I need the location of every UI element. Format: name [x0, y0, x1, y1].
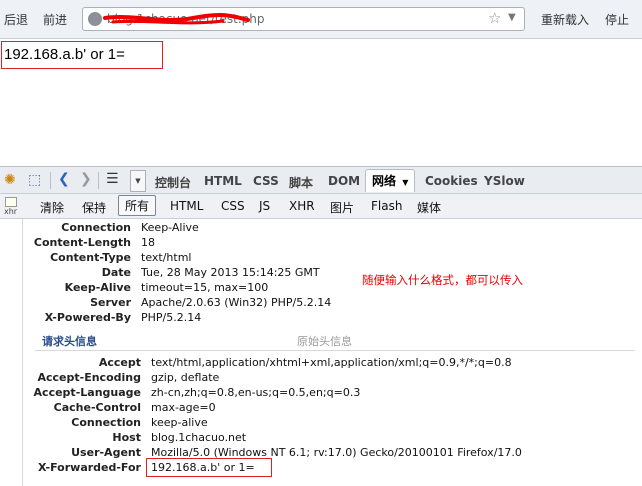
back-button[interactable]: 后退 — [4, 11, 28, 28]
filter-all-button[interactable]: 所有 — [118, 195, 157, 216]
xff-highlight-box — [146, 458, 272, 477]
header-value: text/html,application/xhtml+xml,applicat… — [151, 356, 512, 369]
net-toolbar: xhr 清除 保持 所有 HTML CSS JS XHR 图片 Flash 媒体 — [0, 194, 642, 219]
inspect-icon[interactable]: ⬚ — [28, 172, 41, 188]
toolbar-separator — [50, 172, 51, 189]
chevron-down-icon: ▼ — [402, 178, 409, 187]
xhr-icon-label: xhr — [4, 207, 18, 216]
tab-console[interactable]: 控制台 — [155, 174, 191, 191]
bookmark-star-icon[interactable]: ☆ — [488, 9, 501, 27]
header-name: Accept — [98, 356, 141, 369]
forward-arrow-icon[interactable]: ❯ — [80, 171, 92, 187]
header-value: Keep-Alive — [141, 221, 199, 234]
address-bar[interactable]: blog.1chacuo.net/test.php ☆ ▼ — [82, 7, 525, 31]
header-name: Content-Type — [50, 251, 131, 264]
header-name: Connection — [71, 416, 141, 429]
tab-script[interactable]: 脚本 — [289, 174, 313, 191]
request-headers-title: 请求头信息 — [42, 335, 97, 348]
filter-js-button[interactable]: JS — [259, 199, 270, 213]
forward-button[interactable]: 前进 — [43, 11, 67, 28]
xhr-icon[interactable]: xhr — [4, 197, 17, 216]
header-name: Server — [90, 296, 131, 309]
filter-xhr-button[interactable]: XHR — [289, 199, 315, 213]
section-divider — [35, 350, 635, 351]
annotation-text: 随便输入什么格式，都可以传入 — [362, 273, 523, 287]
tab-dom[interactable]: DOM — [328, 174, 360, 188]
header-name: Host — [112, 431, 141, 444]
back-arrow-icon[interactable]: ❮ — [58, 171, 70, 187]
header-value: text/html — [141, 251, 192, 264]
header-name: Accept-Language — [33, 386, 141, 399]
header-name: Cache-Control — [53, 401, 141, 414]
xhr-icon-box — [4, 197, 17, 207]
filter-html-button[interactable]: HTML — [170, 199, 203, 213]
header-name: Connection — [61, 221, 131, 234]
menu-icon[interactable]: ☰ — [106, 171, 119, 187]
header-value: keep-alive — [151, 416, 208, 429]
page-content-text: 192.168.a.b' or 1= — [4, 46, 125, 63]
header-name: Content-Length — [33, 236, 131, 249]
header-value: Tue, 28 May 2013 15:14:25 GMT — [141, 266, 320, 279]
tab-cookies[interactable]: Cookies — [425, 174, 478, 188]
filter-flash-button[interactable]: Flash — [371, 199, 402, 213]
header-value: max-age=0 — [151, 401, 216, 414]
filter-css-button[interactable]: CSS — [221, 199, 245, 213]
dropdown-arrow-icon[interactable]: ▼ — [130, 170, 146, 192]
header-name: Keep-Alive — [64, 281, 131, 294]
tab-css[interactable]: CSS — [253, 174, 279, 188]
header-value: timeout=15, max=100 — [141, 281, 269, 294]
persist-button[interactable]: 保持 — [82, 199, 106, 216]
filter-media-button[interactable]: 媒体 — [417, 199, 441, 216]
header-value: zh-cn,zh;q=0.8,en-us;q=0.5,en;q=0.3 — [151, 386, 361, 399]
browser-toolbar: 后退 前进 blog.1chacuo.net/test.php ☆ ▼ 重新载入… — [0, 0, 642, 39]
redaction-scribble — [103, 12, 250, 25]
header-name: Date — [101, 266, 131, 279]
filter-images-button[interactable]: 图片 — [330, 199, 354, 216]
header-name: User-Agent — [71, 446, 141, 459]
firebug-bug-icon[interactable]: ✺ — [4, 172, 16, 188]
tab-yslow[interactable]: YSlow — [484, 174, 525, 188]
toolbar-separator — [98, 172, 99, 189]
header-name: Accept-Encoding — [37, 371, 142, 384]
header-value: blog.1chacuo.net — [151, 431, 247, 444]
header-name: X-Forwarded-For — [37, 461, 141, 474]
tab-html[interactable]: HTML — [204, 174, 242, 188]
chevron-down-icon[interactable]: ▼ — [508, 12, 516, 23]
header-value: Apache/2.0.63 (Win32) PHP/5.2.14 — [141, 296, 332, 309]
raw-headers-link[interactable]: 原始头信息 — [297, 333, 352, 349]
tab-net-label: 网络 — [372, 174, 397, 188]
stop-button[interactable]: 停止 — [605, 11, 629, 28]
header-value: gzip, deflate — [151, 371, 220, 384]
clear-button[interactable]: 清除 — [40, 199, 64, 216]
tab-net[interactable]: 网络 ▼ — [365, 169, 416, 192]
header-name: X-Powered-By — [44, 311, 131, 324]
reload-button[interactable]: 重新载入 — [541, 11, 589, 28]
header-value: 18 — [141, 236, 155, 249]
header-value: PHP/5.2.14 — [141, 311, 202, 324]
firebug-toolbar: ✺ ⬚ ❮ ❯ ☰ ▼ 控制台 HTML CSS 脚本 DOM 网络 ▼ Coo… — [0, 166, 642, 194]
